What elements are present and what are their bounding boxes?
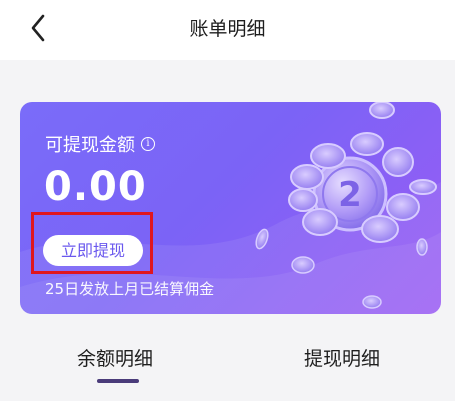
page-title: 账单明细 xyxy=(189,18,266,40)
tab-withdraw-detail[interactable]: 提现明细 xyxy=(304,344,380,371)
withdrawable-label: 可提现金额 xyxy=(45,135,135,156)
info-icon[interactable]: i xyxy=(141,137,155,151)
withdrawable-label-row: 可提现金额 i xyxy=(45,131,155,157)
balance-card: 2 可提现金额 i 0.00 立即提现 25日发放上月已结算佣金 xyxy=(20,102,441,314)
withdrawable-amount: 0.00 xyxy=(44,164,147,210)
settlement-note: 25日发放上月已结算佣金 xyxy=(45,280,215,298)
active-tab-indicator xyxy=(97,379,139,383)
tab-balance-detail[interactable]: 余额明细 xyxy=(77,344,153,371)
tab-bar: 余额明细 提现明细 xyxy=(0,330,455,400)
header-bar: 账单明细 xyxy=(0,0,455,60)
svg-text:2: 2 xyxy=(338,175,362,215)
withdraw-now-button[interactable]: 立即提现 xyxy=(43,235,143,266)
